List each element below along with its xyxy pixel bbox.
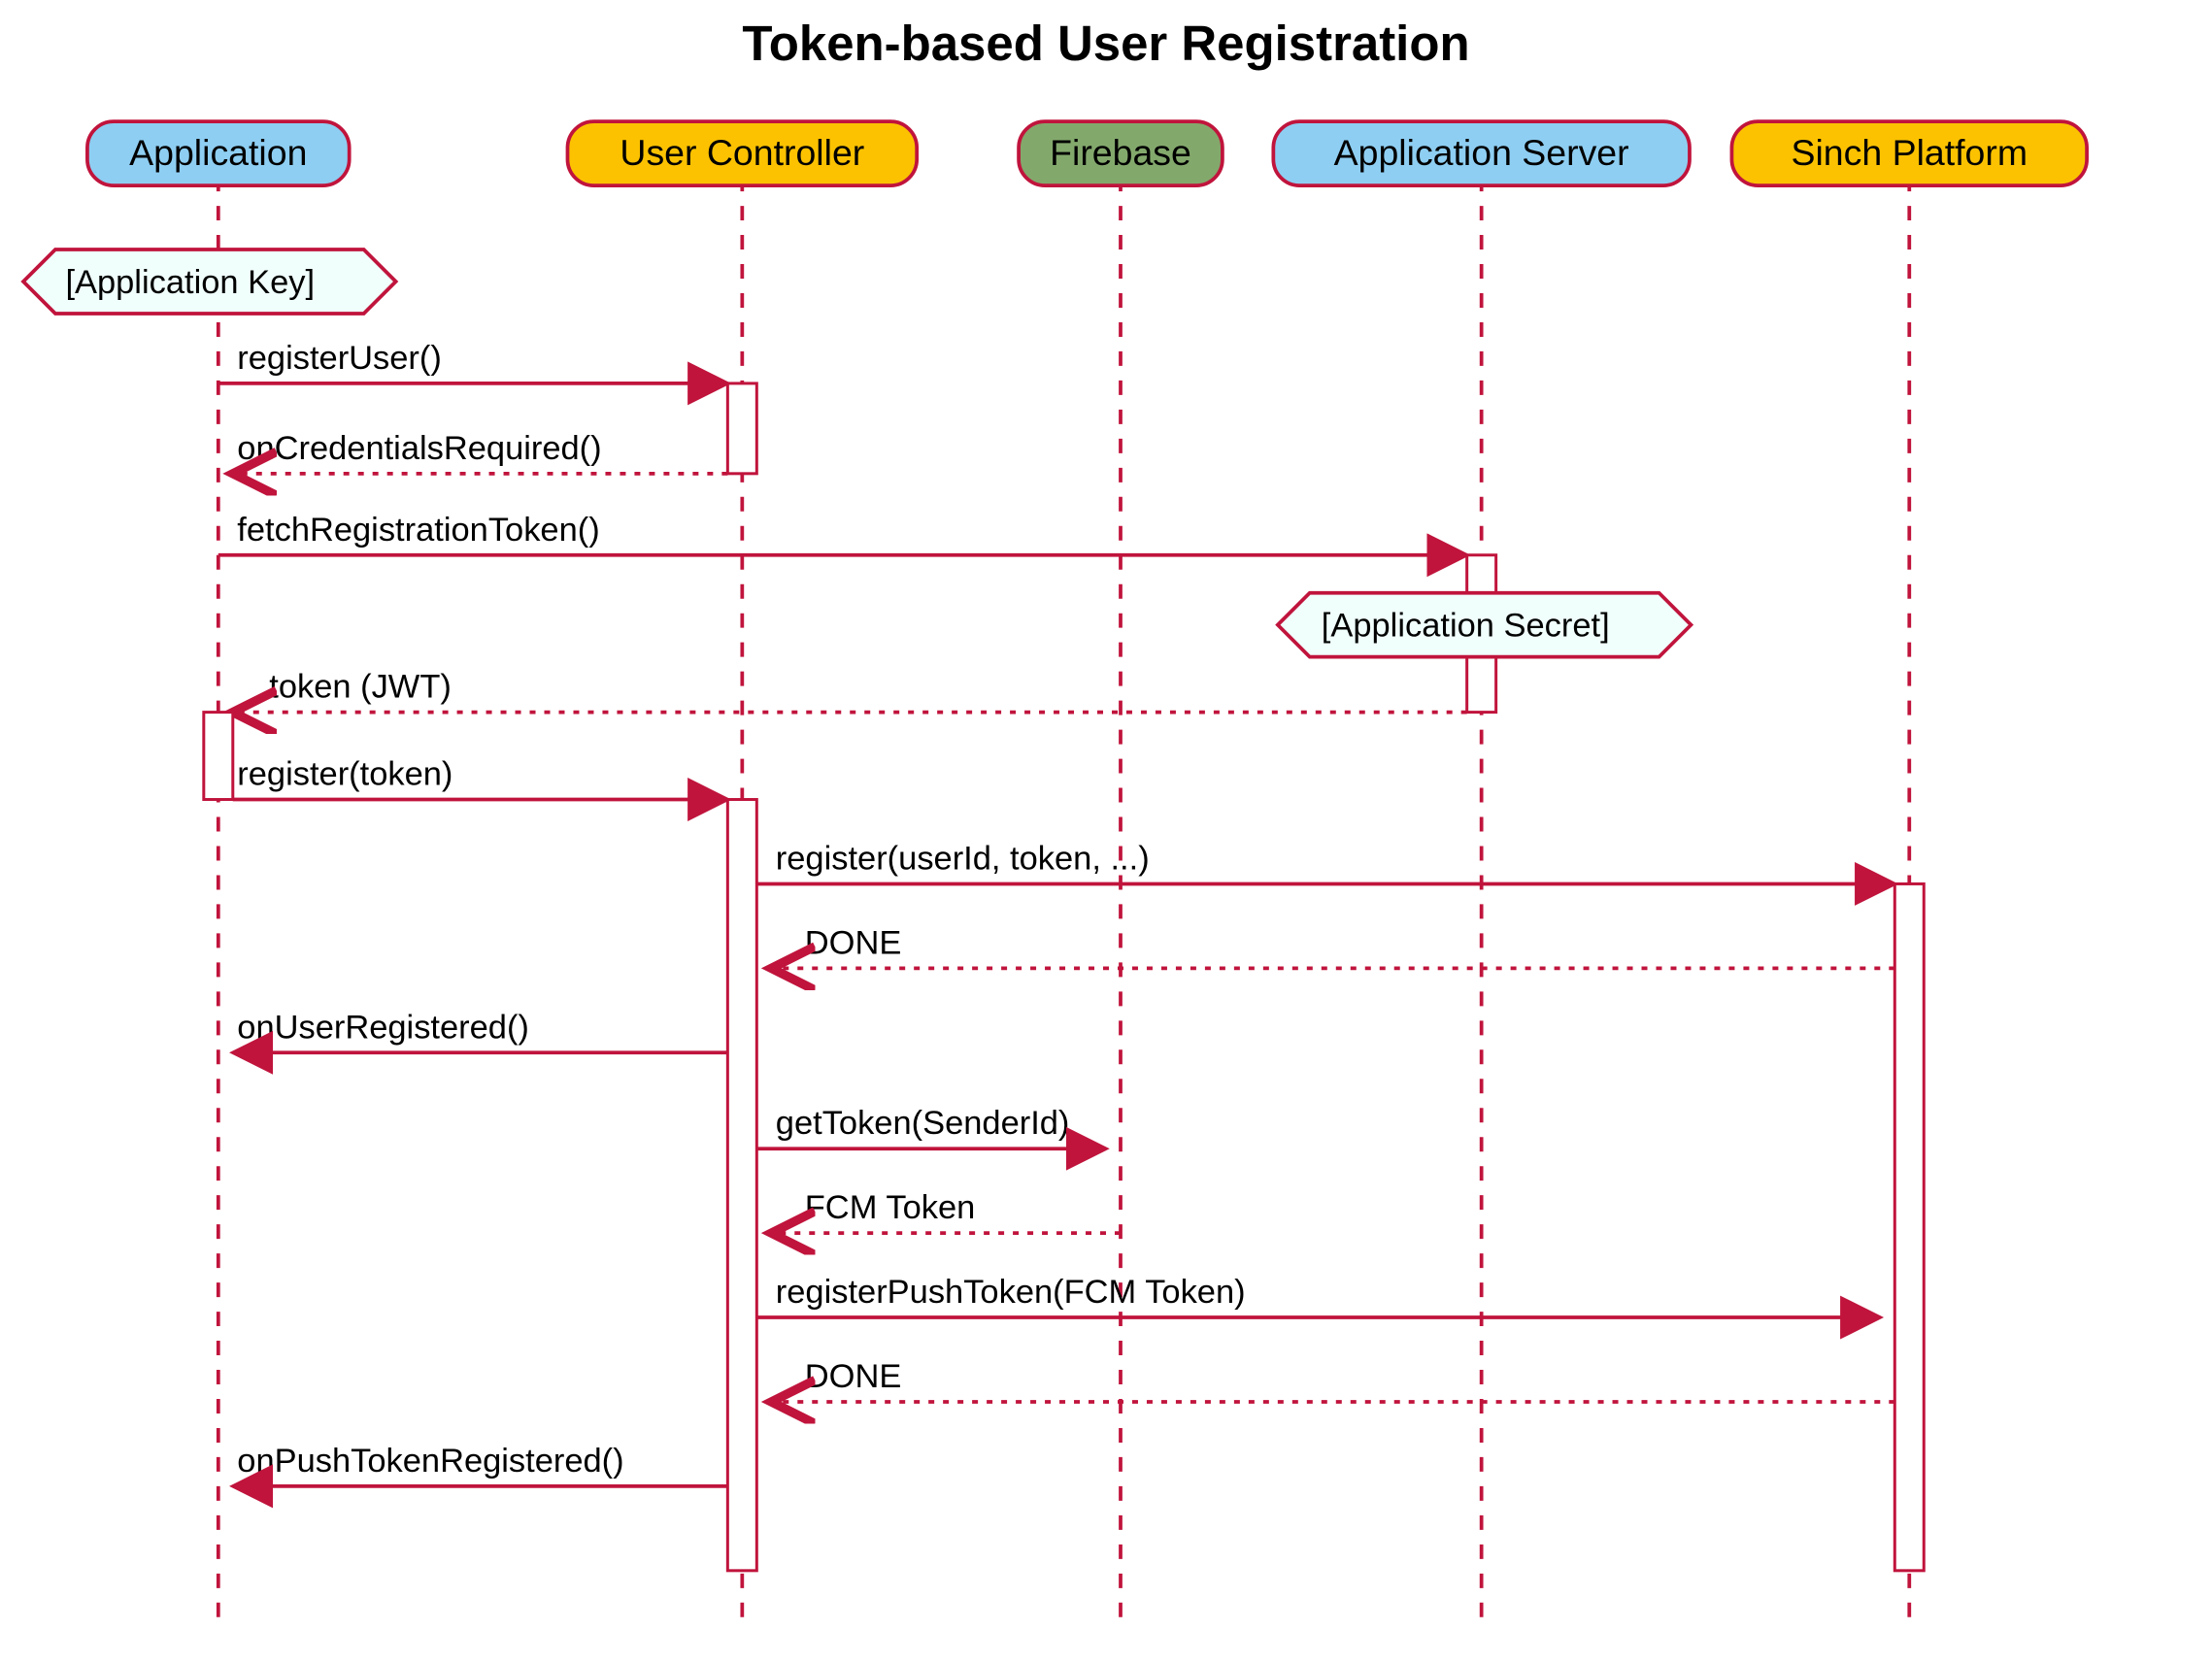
msg-done-2: DONE — [805, 1358, 902, 1395]
participant-firebase: Firebase — [1019, 121, 1223, 185]
svg-text:Sinch Platform: Sinch Platform — [1792, 132, 2028, 173]
svg-text:User Controller: User Controller — [620, 132, 864, 173]
msg-register-userid: register(userId, token, ...) — [776, 840, 1150, 877]
diagram-title: Token-based User Registration — [742, 16, 1469, 71]
msg-onUserRegistered: onUserRegistered() — [237, 1009, 529, 1046]
msg-fcm-token: FCM Token — [805, 1189, 976, 1226]
note-app-key: [Application Key] — [23, 249, 396, 314]
msg-fetchRegistrationToken: fetchRegistrationToken() — [237, 512, 599, 549]
msg-token-jwt: token (JWT) — [269, 669, 452, 706]
msg-getToken: getToken(SenderId) — [776, 1105, 1070, 1142]
participant-user-controller: User Controller — [567, 121, 917, 185]
svg-text:Firebase: Firebase — [1050, 132, 1191, 173]
note-app-secret: [Application Secret] — [1278, 593, 1692, 657]
msg-registerUser: registerUser() — [237, 340, 442, 377]
activation-app — [204, 713, 233, 800]
msg-onPushTokenRegistered: onPushTokenRegistered() — [237, 1443, 623, 1480]
msg-done-1: DONE — [805, 924, 902, 961]
msg-onCredentialsRequired: onCredentialsRequired() — [237, 430, 601, 467]
sequence-diagram: Token-based User Registration Applicatio… — [0, 0, 2212, 1663]
msg-registerPushToken: registerPushToken(FCM Token) — [776, 1274, 1246, 1311]
svg-text:[Application Key]: [Application Key] — [65, 264, 315, 301]
msg-register-token: register(token) — [237, 756, 452, 793]
participant-sinch-platform: Sinch Platform — [1731, 121, 2087, 185]
svg-text:Application: Application — [129, 132, 307, 173]
activation-uc-2 — [727, 800, 756, 1571]
svg-text:Application Server: Application Server — [1334, 132, 1629, 173]
activation-uc-1 — [727, 383, 756, 474]
activation-sinch — [1894, 883, 1924, 1570]
participant-application-server: Application Server — [1273, 121, 1690, 185]
participant-application: Application — [87, 121, 350, 185]
svg-text:[Application Secret]: [Application Secret] — [1322, 608, 1610, 645]
